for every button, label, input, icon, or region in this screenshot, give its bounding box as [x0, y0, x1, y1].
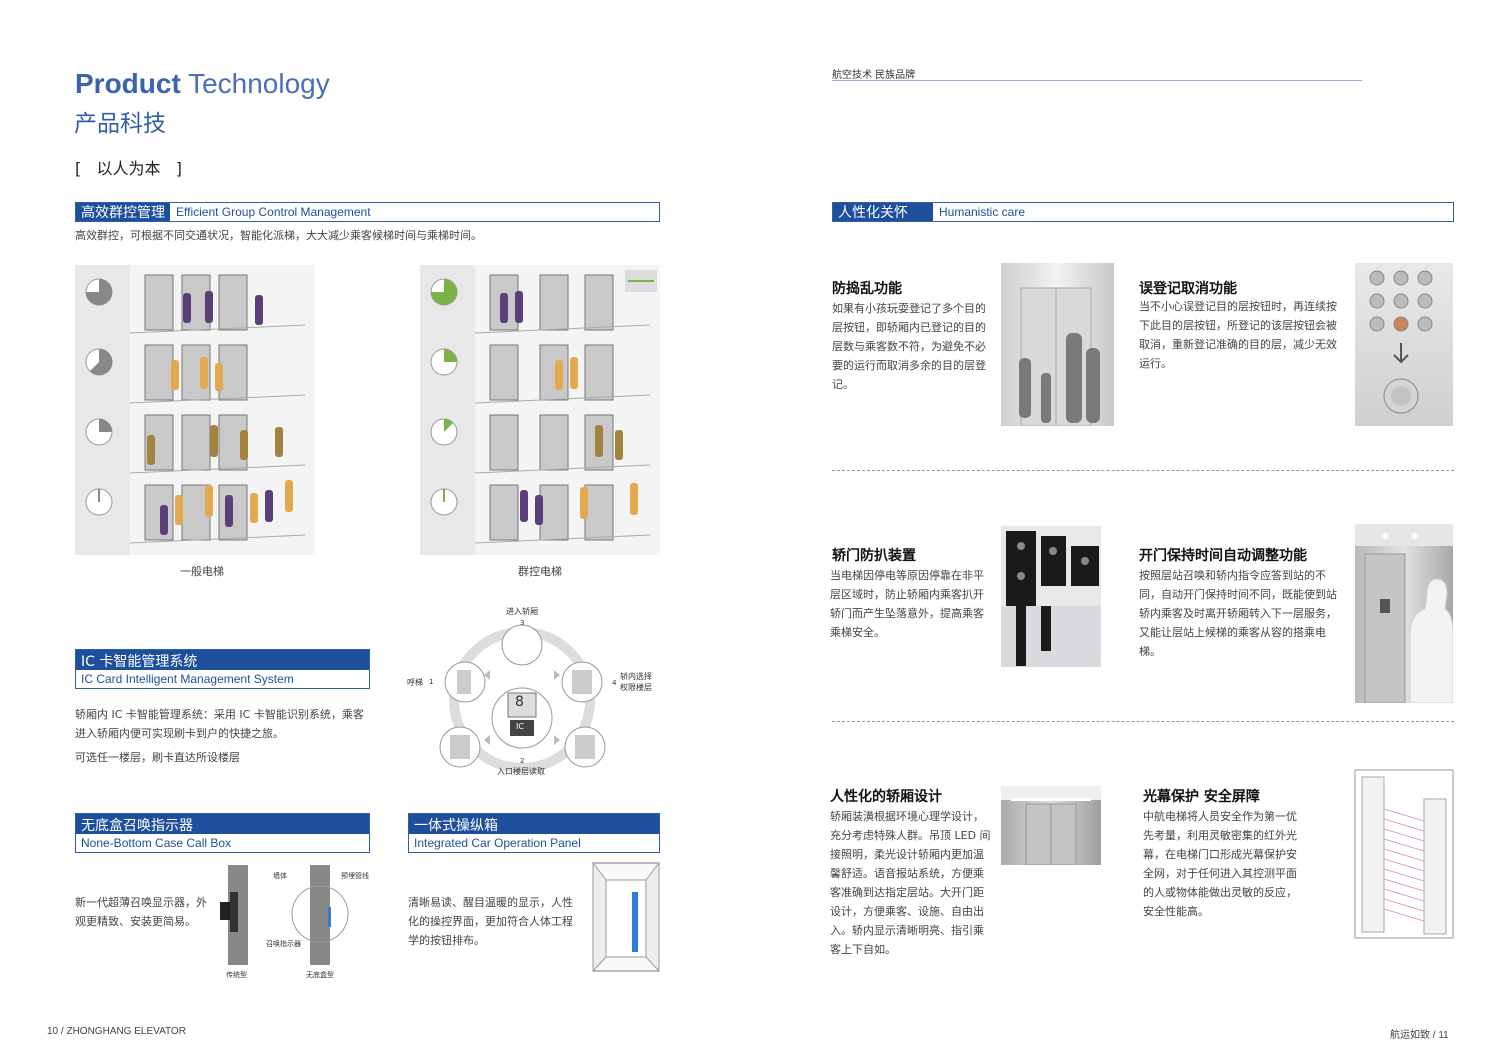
panel-illustration — [592, 861, 660, 973]
humanistic-care-title-cn: 人性化关怀 — [833, 203, 933, 221]
call-box-header: 无底盒召唤指示器 None-Bottom Case Call Box — [75, 813, 370, 853]
page-title-cn: 产品科技 — [74, 111, 166, 137]
call-box-lbl-pipe: 预埋管线 — [341, 872, 369, 880]
building-illustration-general — [75, 265, 315, 555]
feature-text: 当不小心误登记目的层按钮时，再连续按下此目的层按钮，所登记的该层按钮会被取消，重… — [1139, 300, 1337, 370]
humanistic-care-header: 人性化关怀 Humanistic care — [832, 202, 1454, 222]
panel-title-cn: 一体式操纵箱 — [409, 814, 659, 834]
call-box-lbl-indicator: 召唤指示器 — [266, 940, 301, 948]
feature-text: 如果有小孩玩耍登记了多个目的层按钮，即轿厢内已登记的目的层数与乘客数不符，为避免… — [832, 302, 986, 391]
feature-title: 人性化的轿厢设计 — [830, 789, 942, 805]
call-box-lbl-wall: 墙体 — [273, 872, 287, 880]
call-box-lbl-nobox: 无底盒型 — [306, 971, 334, 979]
ic-step-1: 1 — [429, 678, 434, 686]
ic-step-4: 4 — [612, 679, 617, 687]
ic-left-label: 呼梯 — [407, 678, 423, 687]
feature-image-anti-nuisance — [1001, 263, 1114, 426]
feature-title: 误登记取消功能 — [1139, 281, 1237, 297]
feature-text: 按照层站召唤和轿内指令应答到站的不同，自动开门保持时间不同，既能使到站轿内乘客及… — [1139, 569, 1337, 658]
feature-image-car-design — [1001, 786, 1101, 865]
group-control-title-en: Efficient Group Control Management — [176, 205, 371, 219]
group-control-header: 高效群控管理 Efficient Group Control Managemen… — [75, 202, 660, 222]
feature-text: 当电梯因停电等原因停靠在非平层区域时，防止轿厢内乘客扒开轿门而产生坠落意外，提高… — [830, 569, 984, 639]
feature-title: 轿门防扒装置 — [832, 548, 916, 564]
call-box-desc: 新一代超薄召唤显示器，外观更精致、安装更简易。 — [75, 896, 207, 928]
ic-bottom-label: 入口楼层读取 — [497, 767, 545, 776]
panel-title-en: Integrated Car Operation Panel — [409, 834, 659, 852]
group-control-desc: 高效群控，可根据不同交通状况，智能化派梯，大大减少乘客候梯时间与乘梯时间。 — [75, 229, 482, 242]
motto: [ 以人为本 ] — [75, 159, 183, 178]
panel-desc: 清晰易读、醒目温暖的显示，人性化的操控界面，更加符合人体工程学的按钮排布。 — [408, 896, 573, 947]
divider — [832, 721, 1454, 722]
group-control-title-cn: 高效群控管理 — [76, 203, 170, 221]
ic-card-title-cn: IC 卡智能管理系统 — [76, 650, 369, 670]
ic-top-label: 进入轿厢 — [506, 607, 538, 616]
right-header-rule — [832, 80, 1362, 81]
feature-image-door-lock — [1001, 526, 1101, 667]
panel-header: 一体式操纵箱 Integrated Car Operation Panel — [408, 813, 660, 853]
feature-text: 轿厢装潢根据环境心理学设计，充分考虑特殊人群。吊顶 LED 间接照明，柔光设计轿… — [830, 810, 991, 956]
ic-center-card: IC — [516, 722, 524, 731]
feature-title: 光幕保护 安全屏障 — [1143, 789, 1260, 805]
call-box-title-en: None-Bottom Case Call Box — [76, 834, 369, 852]
building-illustration-group — [420, 265, 660, 555]
humanistic-care-title-en: Humanistic care — [939, 205, 1026, 219]
ic-card-desc2: 可选任一楼层，刷卡直达所设楼层 — [75, 751, 240, 764]
call-box-title-cn: 无底盒召唤指示器 — [76, 814, 369, 834]
right-header: 航空技术 民族品牌 — [832, 70, 916, 81]
ic-card-desc: 轿厢内 IC 卡智能管理系统：采用 IC 卡智能识别系统，乘客进入轿厢内便可实现… — [75, 708, 364, 740]
call-box-lbl-traditional: 传统型 — [226, 971, 247, 979]
feature-image-light-curtain — [1354, 769, 1454, 939]
caption-general-elevator: 一般电梯 — [180, 565, 224, 578]
feature-image-cancel-registration — [1355, 263, 1453, 426]
footer-left: 10 / ZHONGHANG ELEVATOR — [47, 1026, 186, 1037]
ic-right-label: 轿内选择 权限楼层 — [620, 672, 652, 692]
ic-card-header: IC 卡智能管理系统 IC Card Intelligent Managemen… — [75, 649, 370, 689]
caption-group-elevator: 群控电梯 — [518, 565, 562, 578]
ic-step-3: 3 — [520, 619, 525, 627]
feature-text: 中航电梯将人员安全作为第一优先考量，利用灵敏密集的红外光幕，在电梯门口形成光幕保… — [1143, 810, 1297, 918]
ic-step-2: 2 — [520, 757, 525, 765]
divider — [832, 470, 1454, 471]
page-title-en: Product Technology — [75, 68, 330, 99]
feature-title: 防捣乱功能 — [832, 281, 902, 297]
ic-card-title-en: IC Card Intelligent Management System — [76, 670, 369, 688]
ic-center-digit: 8 — [515, 694, 524, 710]
feature-title: 开门保持时间自动调整功能 — [1139, 548, 1307, 564]
feature-image-door-hold — [1355, 524, 1453, 703]
footer-right: 航运如致 / 11 — [1390, 1030, 1449, 1041]
